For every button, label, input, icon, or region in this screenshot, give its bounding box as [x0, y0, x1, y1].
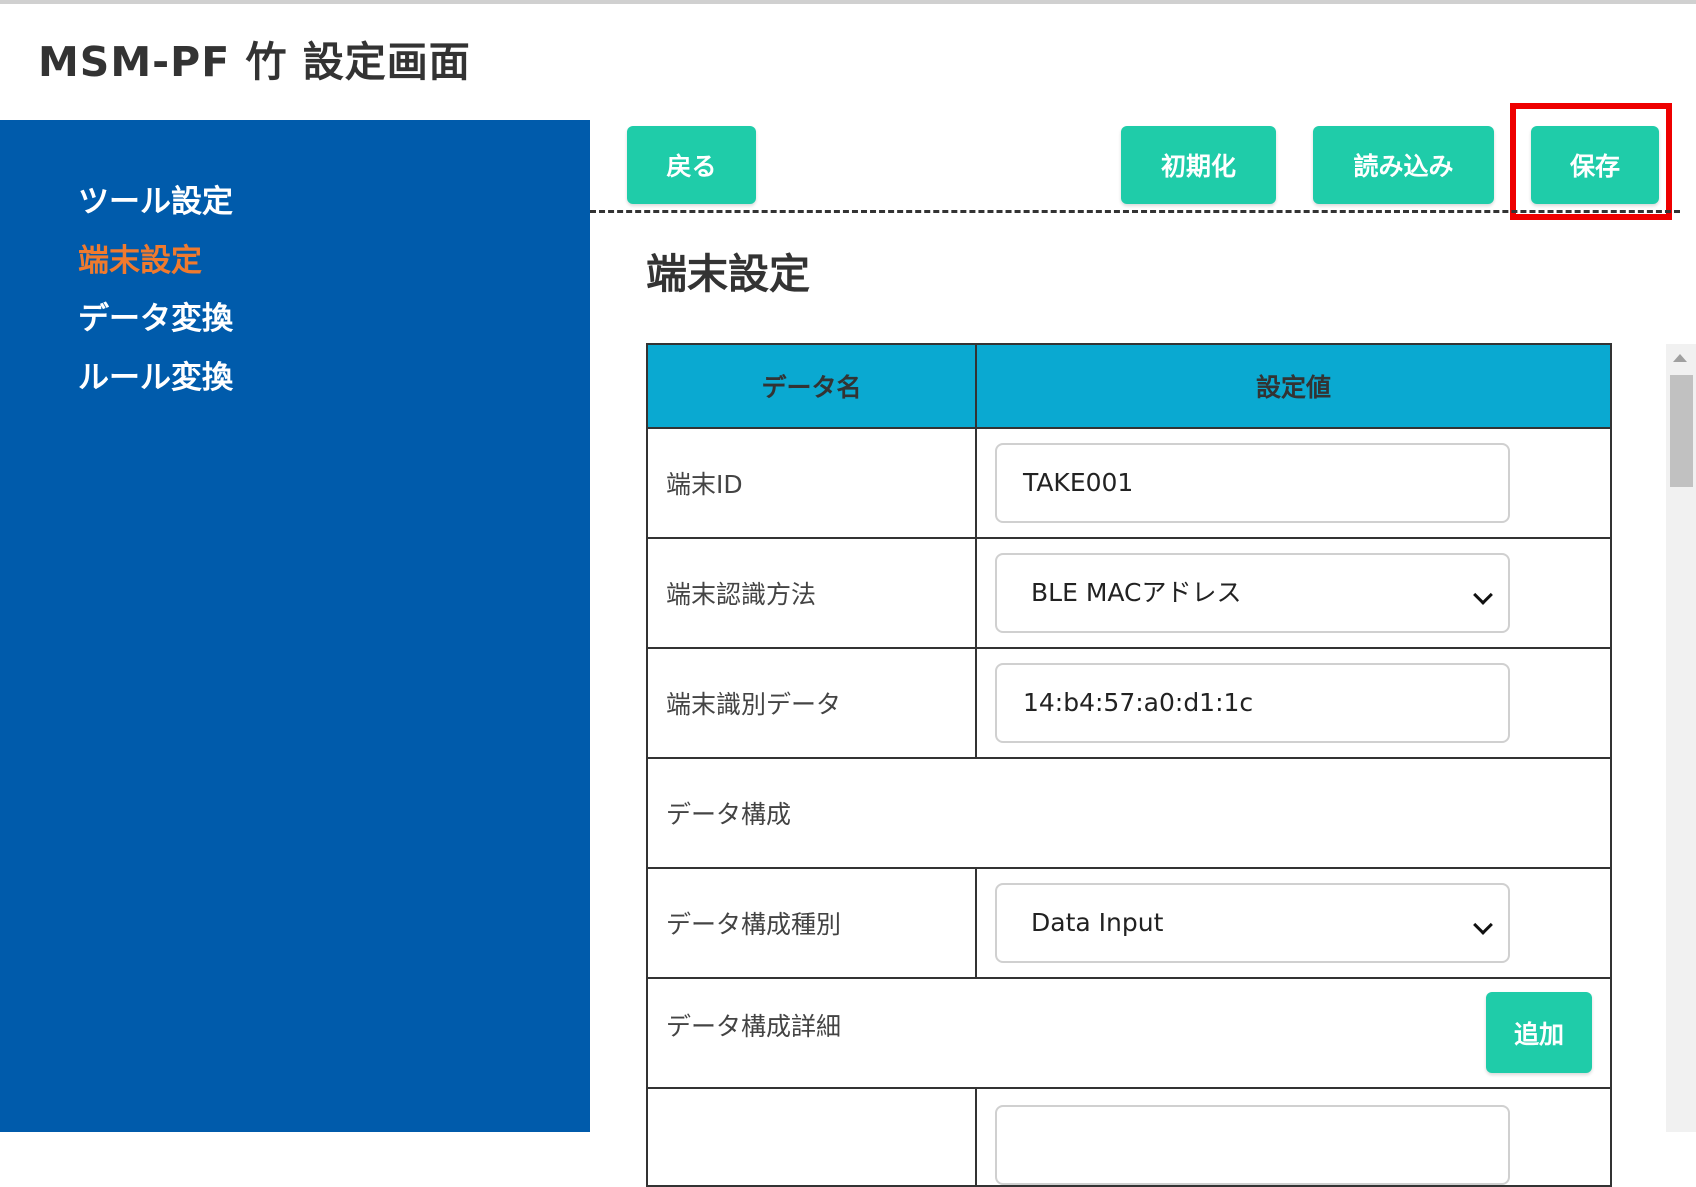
name-cell	[646, 1087, 977, 1187]
scrollbar-thumb[interactable]	[1670, 375, 1693, 487]
scroll-up-arrow-icon[interactable]	[1673, 354, 1687, 362]
sidebar: ツール設定 端末設定 データ変換 ルール変換	[0, 120, 590, 1132]
data-config-detail-cell: データ構成詳細 追加	[646, 977, 1612, 1089]
sidebar-item-tool-settings[interactable]: ツール設定	[78, 176, 233, 221]
section-title: 端末設定	[646, 250, 810, 298]
app-title: MSM-PF 竹 設定画面	[38, 38, 471, 86]
load-button[interactable]: 読み込み	[1313, 126, 1494, 204]
back-button[interactable]: 戻る	[627, 126, 756, 204]
table-row: データ構成	[646, 757, 1612, 869]
toolbar-divider	[590, 210, 1680, 213]
add-button[interactable]: 追加	[1486, 992, 1592, 1073]
sidebar-item-rule-conversion[interactable]: ルール変換	[78, 352, 233, 397]
table-row: 端末ID TAKE001	[646, 427, 1612, 539]
sidebar-item-terminal-settings[interactable]: 端末設定	[78, 235, 202, 280]
initialize-button[interactable]: 初期化	[1121, 126, 1276, 204]
chevron-down-icon	[1473, 915, 1493, 935]
settings-table: データ名 設定値 端末ID TAKE001 端末認識方法 BLE MACアドレス…	[646, 343, 1612, 1187]
data-config-type-value: Data Input	[1031, 908, 1164, 937]
identification-data-label: 端末識別データ	[646, 647, 977, 759]
data-config-type-select[interactable]: Data Input	[995, 883, 1510, 963]
terminal-id-label: 端末ID	[646, 427, 977, 539]
table-row: 端末識別データ 14:b4:57:a0:d1:1c	[646, 647, 1612, 759]
top-border	[0, 0, 1696, 4]
recognition-method-select[interactable]: BLE MACアドレス	[995, 553, 1510, 633]
table-row: データ構成詳細 追加	[646, 977, 1612, 1089]
recognition-method-label: 端末認識方法	[646, 537, 977, 649]
table-row: データ構成種別 Data Input	[646, 867, 1612, 979]
value-cell: 14:b4:57:a0:d1:1c	[975, 647, 1612, 759]
value-cell: Data Input	[975, 867, 1612, 979]
data-config-detail-label: データ構成詳細	[666, 1012, 842, 1041]
save-button[interactable]: 保存	[1531, 126, 1659, 204]
value-cell	[975, 1087, 1612, 1187]
recognition-method-value: BLE MACアドレス	[1031, 578, 1242, 607]
terminal-id-input[interactable]: TAKE001	[995, 443, 1510, 523]
data-config-type-label: データ構成種別	[646, 867, 977, 979]
data-config-label: データ構成	[646, 757, 1612, 869]
partial-input[interactable]	[995, 1105, 1510, 1185]
column-header-value: 設定値	[975, 343, 1612, 429]
table-row	[646, 1087, 1612, 1187]
table-row: 端末認識方法 BLE MACアドレス	[646, 537, 1612, 649]
value-cell: BLE MACアドレス	[975, 537, 1612, 649]
value-cell: TAKE001	[975, 427, 1612, 539]
chevron-down-icon	[1473, 585, 1493, 605]
table-header-row: データ名 設定値	[646, 343, 1612, 429]
identification-data-input[interactable]: 14:b4:57:a0:d1:1c	[995, 663, 1510, 743]
sidebar-item-data-conversion[interactable]: データ変換	[78, 293, 233, 338]
column-header-name: データ名	[646, 343, 977, 429]
